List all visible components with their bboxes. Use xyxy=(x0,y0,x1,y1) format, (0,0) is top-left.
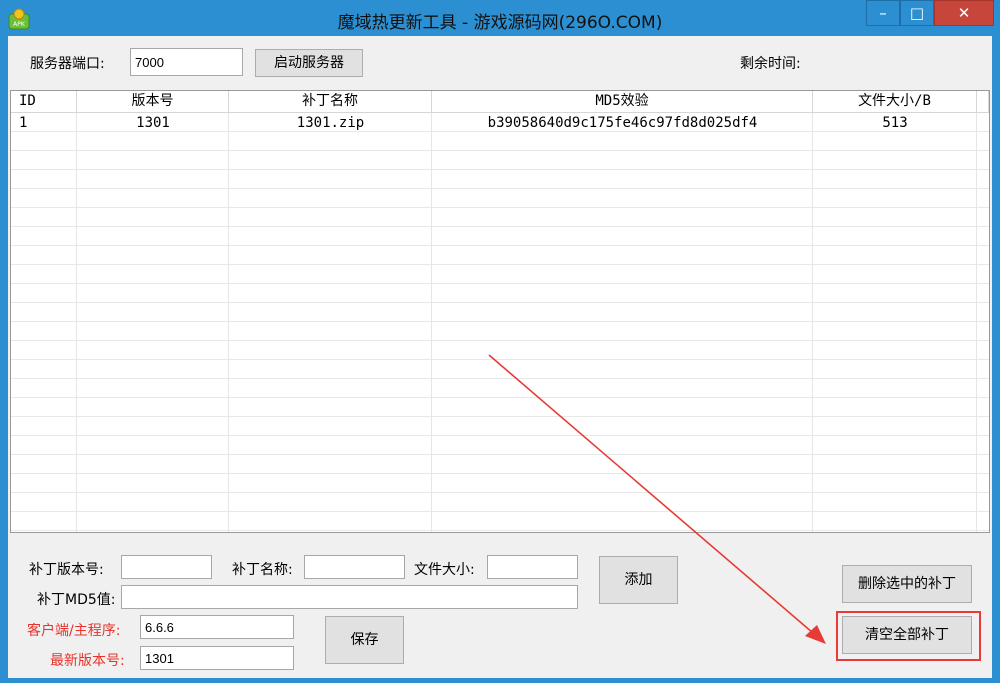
client-area: 服务器端口: 启动服务器 剩余时间: ID 版本号 补丁名称 MD5效验 文件大… xyxy=(8,36,992,678)
port-input[interactable] xyxy=(130,48,243,76)
cell-version: 1301 xyxy=(136,115,170,131)
window-title: 魔域热更新工具 - 游戏源码网(296O.COM) xyxy=(337,13,663,33)
patch-version-label: 补丁版本号: xyxy=(29,562,104,578)
close-icon: ✕ xyxy=(957,4,971,22)
patch-name-input[interactable] xyxy=(304,555,405,579)
column-divider xyxy=(431,113,432,532)
delete-selected-patch-button[interactable]: 删除选中的补丁 xyxy=(842,565,972,603)
latest-version-label: 最新版本号: xyxy=(50,653,125,669)
maximize-icon: □ xyxy=(909,4,925,22)
cell-file-size: 513 xyxy=(882,115,908,131)
patch-version-input[interactable] xyxy=(121,555,212,579)
column-header-patch-name[interactable]: 补丁名称 xyxy=(229,91,432,113)
add-button[interactable]: 添加 xyxy=(599,556,678,604)
patch-name-label: 补丁名称: xyxy=(232,562,293,578)
latest-version-input[interactable] xyxy=(140,646,294,670)
md5-label: 补丁MD5值: xyxy=(37,592,116,608)
column-header-id[interactable]: ID xyxy=(11,91,77,113)
table-grid-lines xyxy=(11,113,989,532)
column-header-md5[interactable]: MD5效验 xyxy=(432,91,813,113)
clear-all-patches-button[interactable]: 清空全部补丁 xyxy=(842,616,972,654)
column-header-file-size[interactable]: 文件大小/B xyxy=(813,91,977,113)
client-program-label: 客户端/主程序: xyxy=(27,623,121,639)
column-header-version[interactable]: 版本号 xyxy=(77,91,229,113)
cell-id: 1 xyxy=(19,115,28,131)
remaining-time-label: 剩余时间: xyxy=(740,56,801,72)
column-header-filler xyxy=(977,91,989,113)
file-size-label: 文件大小: xyxy=(414,562,475,578)
close-button[interactable]: ✕ xyxy=(934,0,994,26)
title-bar[interactable]: APK 魔域热更新工具 - 游戏源码网(296O.COM) – □ ✕ xyxy=(0,0,1000,36)
cell-md5: b39058640d9c175fe46c97fd8d025df4 xyxy=(487,115,758,131)
column-divider xyxy=(976,113,977,532)
patch-table[interactable]: ID 版本号 补丁名称 MD5效验 文件大小/B 1 1301 1301.zip… xyxy=(10,90,990,533)
column-divider xyxy=(228,113,229,532)
cell-patch-name: 1301.zip xyxy=(296,115,365,131)
client-program-input[interactable] xyxy=(140,615,294,639)
column-divider xyxy=(76,113,77,532)
minimize-icon: – xyxy=(879,4,887,22)
start-server-button[interactable]: 启动服务器 xyxy=(255,49,363,77)
minimize-button[interactable]: – xyxy=(866,0,900,26)
column-divider xyxy=(812,113,813,532)
md5-input[interactable] xyxy=(121,585,578,609)
maximize-button[interactable]: □ xyxy=(900,0,934,26)
save-button[interactable]: 保存 xyxy=(325,616,404,664)
file-size-input[interactable] xyxy=(487,555,578,579)
port-label: 服务器端口: xyxy=(30,56,105,72)
app-window: APK 魔域热更新工具 - 游戏源码网(296O.COM) – □ ✕ 服务器端… xyxy=(0,0,1000,683)
